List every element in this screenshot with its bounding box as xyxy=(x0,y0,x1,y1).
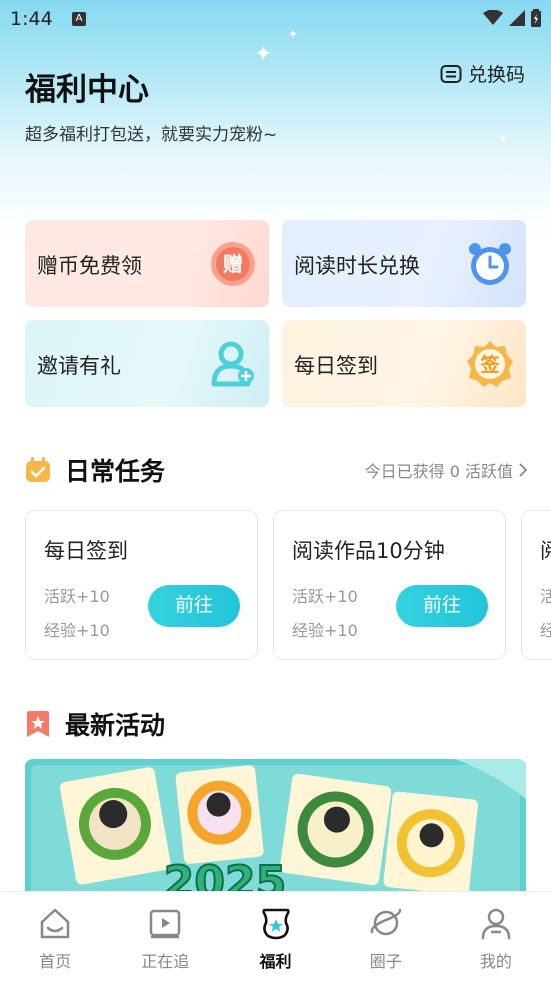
nav-item-following[interactable]: 正在追 xyxy=(110,892,220,981)
redeem-code-button[interactable]: 兑换码 xyxy=(440,60,525,87)
status-icons xyxy=(483,9,541,27)
status-time: 1:44 xyxy=(10,8,53,30)
welfare-icon xyxy=(261,908,290,940)
checkin-badge-icon: 签 xyxy=(467,341,513,387)
sparkle-icon: ✦ xyxy=(254,42,273,67)
bottom-navigation: 首页 正在追 福利 圈子 我的 xyxy=(0,891,551,981)
status-bar: 1:44 A xyxy=(0,0,551,38)
task-go-button[interactable]: 前往 xyxy=(148,585,240,627)
invite-person-icon xyxy=(211,341,254,387)
daily-checkin-card[interactable]: 每日签到 签 xyxy=(282,320,526,407)
page-subtitle: 超多福利打包送，就要实力宠粉~ xyxy=(25,125,278,145)
task-activity-reward: 活跃+10 xyxy=(292,587,358,606)
signal-icon xyxy=(509,10,525,26)
event-banner[interactable]: 2025 xyxy=(25,759,526,899)
alarm-clock-icon xyxy=(469,243,511,285)
task-activity-reward: 活 xyxy=(540,583,551,607)
task-title: 阅读作品10分钟 xyxy=(292,539,445,563)
task-card: 阅 活 经 xyxy=(521,510,551,660)
task-title: 阅 xyxy=(540,535,551,565)
nav-label-following: 正在追 xyxy=(141,952,190,971)
home-icon xyxy=(40,908,70,939)
svg-text:赠: 赠 xyxy=(223,252,243,276)
reading-time-label: 阅读时长兑换 xyxy=(294,254,420,278)
nav-label-welfare: 福利 xyxy=(259,952,292,971)
activity-summary-text: 今日已获得 0 活跃值 xyxy=(364,462,513,481)
task-exp-reward: 经验+10 xyxy=(292,621,358,640)
task-card: 阅读作品10分钟 活跃+10 经验+10 前往 xyxy=(273,510,506,660)
redeem-code-label: 兑换码 xyxy=(467,64,525,86)
invite-label: 邀请有礼 xyxy=(37,354,121,378)
nav-item-circle[interactable]: 圈子 xyxy=(331,892,441,981)
profile-icon xyxy=(481,908,511,940)
latest-events-header: 最新活动 xyxy=(25,706,165,742)
task-exp-reward: 经验+10 xyxy=(44,621,110,640)
ticket-icon xyxy=(440,64,462,83)
latest-events-title: 最新活动 xyxy=(65,711,166,740)
nav-item-welfare[interactable]: 福利 xyxy=(220,892,330,981)
daily-tasks-title: 日常任务 xyxy=(65,457,166,486)
chevron-right-icon xyxy=(519,463,527,477)
nav-label-profile: 我的 xyxy=(479,952,512,971)
nav-label-home: 首页 xyxy=(39,952,72,971)
wifi-icon xyxy=(483,10,503,25)
task-activity-reward: 活跃+10 xyxy=(44,587,110,606)
svg-text:签: 签 xyxy=(479,353,500,376)
nav-item-profile[interactable]: 我的 xyxy=(441,892,551,981)
free-coins-label: 赠币免费领 xyxy=(37,254,142,278)
task-card: 每日签到 活跃+10 经验+10 前往 xyxy=(25,510,258,660)
task-exp-reward: 经 xyxy=(540,617,551,641)
nav-item-home[interactable]: 首页 xyxy=(0,892,110,981)
battery-icon xyxy=(531,9,541,27)
activity-summary-link[interactable]: 今日已获得 0 活跃值 xyxy=(365,458,527,482)
planet-icon xyxy=(370,908,401,936)
event-banner-art: 2025 xyxy=(25,759,526,899)
calendar-check-icon xyxy=(26,457,50,482)
task-go-button[interactable]: 前往 xyxy=(396,585,488,627)
daily-checkin-label: 每日签到 xyxy=(294,354,378,378)
daily-tasks-header: 日常任务 xyxy=(25,452,165,488)
reading-time-card[interactable]: 阅读时长兑换 xyxy=(282,220,526,307)
task-title: 每日签到 xyxy=(44,539,128,563)
nav-label-circle: 圈子 xyxy=(369,952,402,971)
sparkle-icon: ✦ xyxy=(498,132,509,146)
page-title: 福利中心 xyxy=(25,72,149,108)
play-icon xyxy=(150,909,181,939)
invite-card[interactable]: 邀请有礼 xyxy=(25,320,269,407)
gift-coin-icon: 赠 xyxy=(211,242,255,286)
notification-icon: A xyxy=(72,12,86,26)
free-coins-card[interactable]: 赠币免费领 赠 xyxy=(25,220,269,307)
bookmark-star-icon xyxy=(27,711,49,737)
